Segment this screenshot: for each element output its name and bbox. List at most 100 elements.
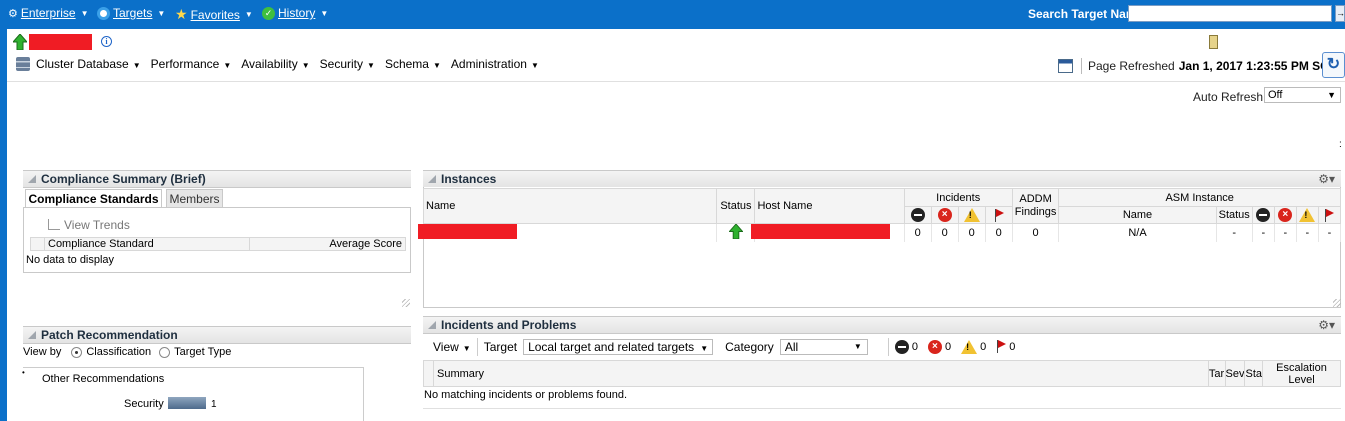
cluster-database-icon xyxy=(16,57,30,71)
global-menu-bar: ⚙ Enterprise ▼ Targets ▼ ★ Favorites ▼ ✓ Hi… xyxy=(0,0,1345,29)
col-summary[interactable]: Summary xyxy=(433,360,1209,387)
status-up-icon xyxy=(728,223,744,240)
history-icon: ✓ xyxy=(262,6,275,20)
col-escalation-level[interactable]: Escalation Level xyxy=(1262,360,1341,387)
patch-panel-header[interactable]: Patch Recommendation xyxy=(23,326,411,344)
nav-security[interactable]: Security ▼ xyxy=(320,57,375,71)
collapse-icon[interactable] xyxy=(28,175,36,183)
history-menu[interactable]: ✓ History ▼ xyxy=(262,6,328,20)
gear-icon[interactable]: ⚙▾ xyxy=(1318,317,1335,333)
critical-summary[interactable]: × 0 xyxy=(927,339,951,354)
redacted-target-name xyxy=(29,34,92,50)
chart-tick: • xyxy=(22,368,25,377)
col-status[interactable]: Status xyxy=(716,188,756,224)
nav-cluster-database[interactable]: Cluster Database ▼ xyxy=(36,57,141,71)
compliance-panel-header[interactable]: Compliance Summary (Brief) xyxy=(23,170,411,188)
tab-compliance-standards[interactable]: Compliance Standards xyxy=(25,189,162,208)
col-status[interactable]: Sta xyxy=(1244,360,1263,387)
addm-count[interactable]: 0 xyxy=(1012,223,1060,242)
col-addm-findings[interactable]: ADDM Findings xyxy=(1011,188,1060,224)
col-target[interactable]: Tar xyxy=(1207,360,1226,387)
nav-performance[interactable]: Performance ▼ xyxy=(151,57,232,71)
compliance-empty-text: No data to display xyxy=(26,254,115,266)
search-submit-button[interactable]: → xyxy=(1335,5,1345,22)
info-icon[interactable]: i xyxy=(101,36,112,47)
resize-grip[interactable] xyxy=(402,299,410,307)
target-doc-icon[interactable] xyxy=(1209,35,1218,49)
col-blocked[interactable] xyxy=(903,206,932,224)
status-up-icon xyxy=(13,34,27,50)
resize-grip[interactable] xyxy=(1333,299,1341,307)
col-asm-blocked[interactable] xyxy=(1251,206,1275,224)
col-name[interactable]: Name xyxy=(422,188,718,224)
col-asm-escalated[interactable] xyxy=(1317,206,1342,224)
enterprise-menu[interactable]: ⚙ Enterprise ▼ xyxy=(8,6,89,20)
flag-icon xyxy=(994,208,1004,222)
chevron-down-icon: ▼ xyxy=(1327,90,1336,100)
asm-blocked: - xyxy=(1252,223,1275,242)
asm-escalated: - xyxy=(1318,223,1342,242)
targets-icon xyxy=(97,6,110,20)
instances-panel-header[interactable]: Instances ⚙▾ xyxy=(423,170,1341,188)
patch-bar-value: 1 xyxy=(211,399,217,410)
favorites-menu[interactable]: ★ Favorites ▼ xyxy=(175,6,253,23)
blocked-count[interactable]: 0 xyxy=(904,223,932,242)
critical-count[interactable]: 0 xyxy=(931,223,959,242)
col-asm-status[interactable]: Status xyxy=(1215,206,1253,224)
incidents-panel-header[interactable]: Incidents and Problems ⚙▾ xyxy=(423,316,1341,334)
refresh-button[interactable]: ↻ xyxy=(1322,52,1345,78)
warning-icon: ! xyxy=(1299,208,1316,222)
collapse-icon[interactable] xyxy=(28,331,36,339)
star-icon: ★ xyxy=(175,6,188,22)
view-menu[interactable]: View ▼ xyxy=(433,340,471,354)
col-warning[interactable]: ! xyxy=(957,206,986,224)
nav-availability[interactable]: Availability ▼ xyxy=(241,57,309,71)
warning-icon: ! xyxy=(963,208,980,222)
escalated-summary[interactable]: 0 xyxy=(996,340,1015,353)
radio-classification[interactable] xyxy=(71,346,83,358)
more-dots: : xyxy=(1339,139,1342,150)
col-compliance-standard[interactable]: Compliance Standard xyxy=(44,237,250,251)
col-asm-name[interactable]: Name xyxy=(1058,206,1217,224)
radio-target-type[interactable] xyxy=(159,346,171,358)
col-asm-warning[interactable]: ! xyxy=(1295,206,1319,224)
targets-menu[interactable]: Targets ▼ xyxy=(97,6,165,20)
blocked-summary[interactable]: 0 xyxy=(894,339,918,354)
flag-icon xyxy=(996,340,1007,353)
escalated-count[interactable]: 0 xyxy=(985,223,1013,242)
col-asm-critical[interactable]: × xyxy=(1273,206,1297,224)
category-select[interactable]: All ▼ xyxy=(779,338,868,355)
asm-name: N/A xyxy=(1058,223,1217,242)
col-severity[interactable]: Sev xyxy=(1224,360,1246,387)
compliance-table: Compliance Standard Average Score xyxy=(30,237,406,251)
flag-icon xyxy=(1324,208,1335,222)
critical-icon: × xyxy=(927,339,942,354)
warning-count[interactable]: 0 xyxy=(958,223,986,242)
redacted-host-name xyxy=(751,224,890,239)
target-label: Target xyxy=(483,339,518,354)
warning-summary[interactable]: ! 0 xyxy=(961,339,986,354)
compliance-content: View Trends Compliance Standard Average … xyxy=(23,207,411,273)
target-select[interactable]: Local target and related targets ▼ xyxy=(523,338,714,355)
collapse-icon[interactable] xyxy=(428,321,436,329)
col-critical[interactable]: × xyxy=(930,206,959,224)
patch-bar[interactable] xyxy=(168,397,206,409)
patch-group-label: Other Recommendations xyxy=(42,373,165,385)
view-trends-button[interactable]: View Trends xyxy=(48,218,130,232)
enterprise-icon: ⚙ xyxy=(8,7,18,20)
asm-critical: - xyxy=(1274,223,1297,242)
collapse-icon[interactable] xyxy=(428,175,436,183)
blocked-icon xyxy=(1256,208,1271,222)
col-host-name[interactable]: Host Name xyxy=(754,188,905,224)
col-escalated[interactable] xyxy=(984,206,1013,224)
col-average-score[interactable]: Average Score xyxy=(249,237,406,251)
search-target-input[interactable] xyxy=(1128,5,1332,22)
incidents-empty-text: No matching incidents or problems found. xyxy=(424,389,627,401)
nav-schema[interactable]: Schema ▼ xyxy=(385,57,441,71)
nav-administration[interactable]: Administration ▼ xyxy=(451,57,539,71)
gear-icon[interactable]: ⚙▾ xyxy=(1318,171,1335,187)
tab-members[interactable]: Members xyxy=(166,189,223,209)
calendar-icon[interactable] xyxy=(1058,59,1073,73)
auto-refresh-select[interactable]: Off ▼ xyxy=(1264,87,1341,103)
patch-view-by: View by Classification Target Type xyxy=(23,346,232,358)
